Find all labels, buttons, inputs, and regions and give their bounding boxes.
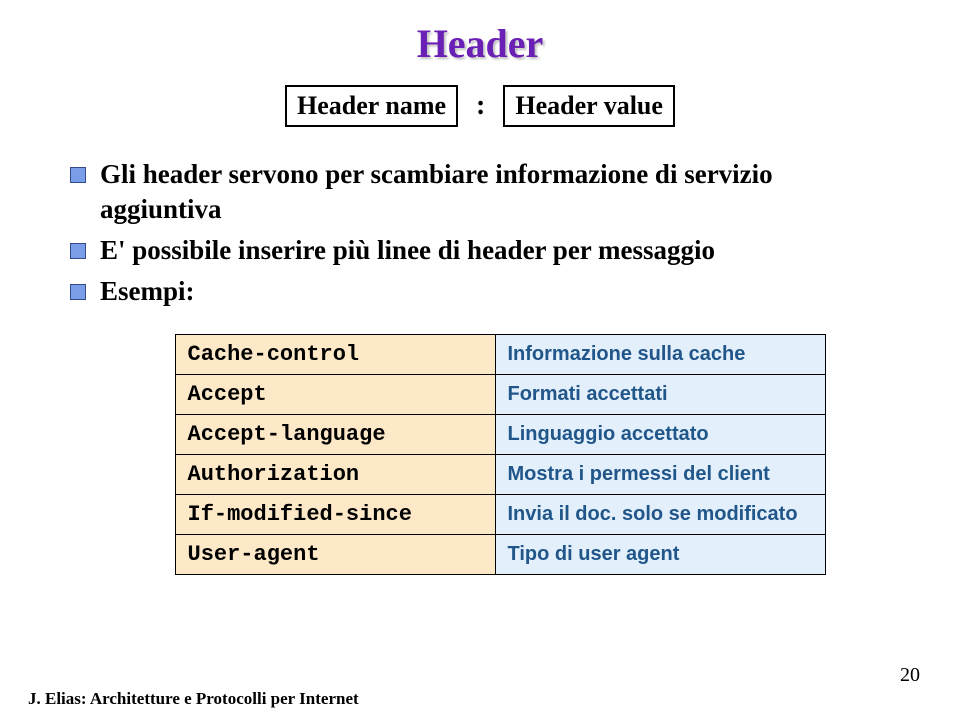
table-row: Accept Formati accettati: [175, 375, 825, 415]
header-name-box: Header name: [285, 85, 458, 127]
colon: :: [476, 90, 485, 122]
header-code-cell: User-agent: [175, 535, 495, 575]
header-code-cell: Authorization: [175, 455, 495, 495]
bullet-item: Gli header servono per scambiare informa…: [70, 157, 900, 227]
header-desc-cell: Linguaggio accettato: [495, 415, 825, 455]
examples-table-wrap: Cache-control Informazione sulla cache A…: [100, 334, 900, 575]
header-desc-cell: Informazione sulla cache: [495, 335, 825, 375]
footer-text: J. Elias: Architetture e Protocolli per …: [28, 689, 359, 709]
bullet-list: Gli header servono per scambiare informa…: [70, 157, 900, 309]
table-row: Cache-control Informazione sulla cache: [175, 335, 825, 375]
bullet-text: Gli header servono per scambiare informa…: [100, 157, 900, 227]
header-desc-cell: Tipo di user agent: [495, 535, 825, 575]
bullet-item: Esempi:: [70, 274, 900, 309]
header-code-cell: Accept-language: [175, 415, 495, 455]
table-row: Authorization Mostra i permessi del clie…: [175, 455, 825, 495]
bullet-icon: [70, 243, 86, 259]
bullet-text: Esempi:: [100, 274, 195, 309]
table-row: Accept-language Linguaggio accettato: [175, 415, 825, 455]
page-number: 20: [900, 664, 920, 687]
bullet-icon: [70, 167, 86, 183]
header-value-box: Header value: [503, 85, 675, 127]
header-code-cell: Cache-control: [175, 335, 495, 375]
bullet-icon: [70, 284, 86, 300]
slide: Header Header name : Header value Gli he…: [0, 0, 960, 727]
slide-title: Header: [60, 20, 900, 67]
table-row: If-modified-since Invia il doc. solo se …: [175, 495, 825, 535]
examples-table: Cache-control Informazione sulla cache A…: [175, 334, 826, 575]
bullet-text: E' possibile inserire più linee di heade…: [100, 233, 715, 268]
table-row: User-agent Tipo di user agent: [175, 535, 825, 575]
bullet-item: E' possibile inserire più linee di heade…: [70, 233, 900, 268]
header-desc-cell: Formati accettati: [495, 375, 825, 415]
header-box-row: Header name : Header value: [60, 85, 900, 127]
header-code-cell: If-modified-since: [175, 495, 495, 535]
header-code-cell: Accept: [175, 375, 495, 415]
header-desc-cell: Invia il doc. solo se modificato: [495, 495, 825, 535]
header-desc-cell: Mostra i permessi del client: [495, 455, 825, 495]
